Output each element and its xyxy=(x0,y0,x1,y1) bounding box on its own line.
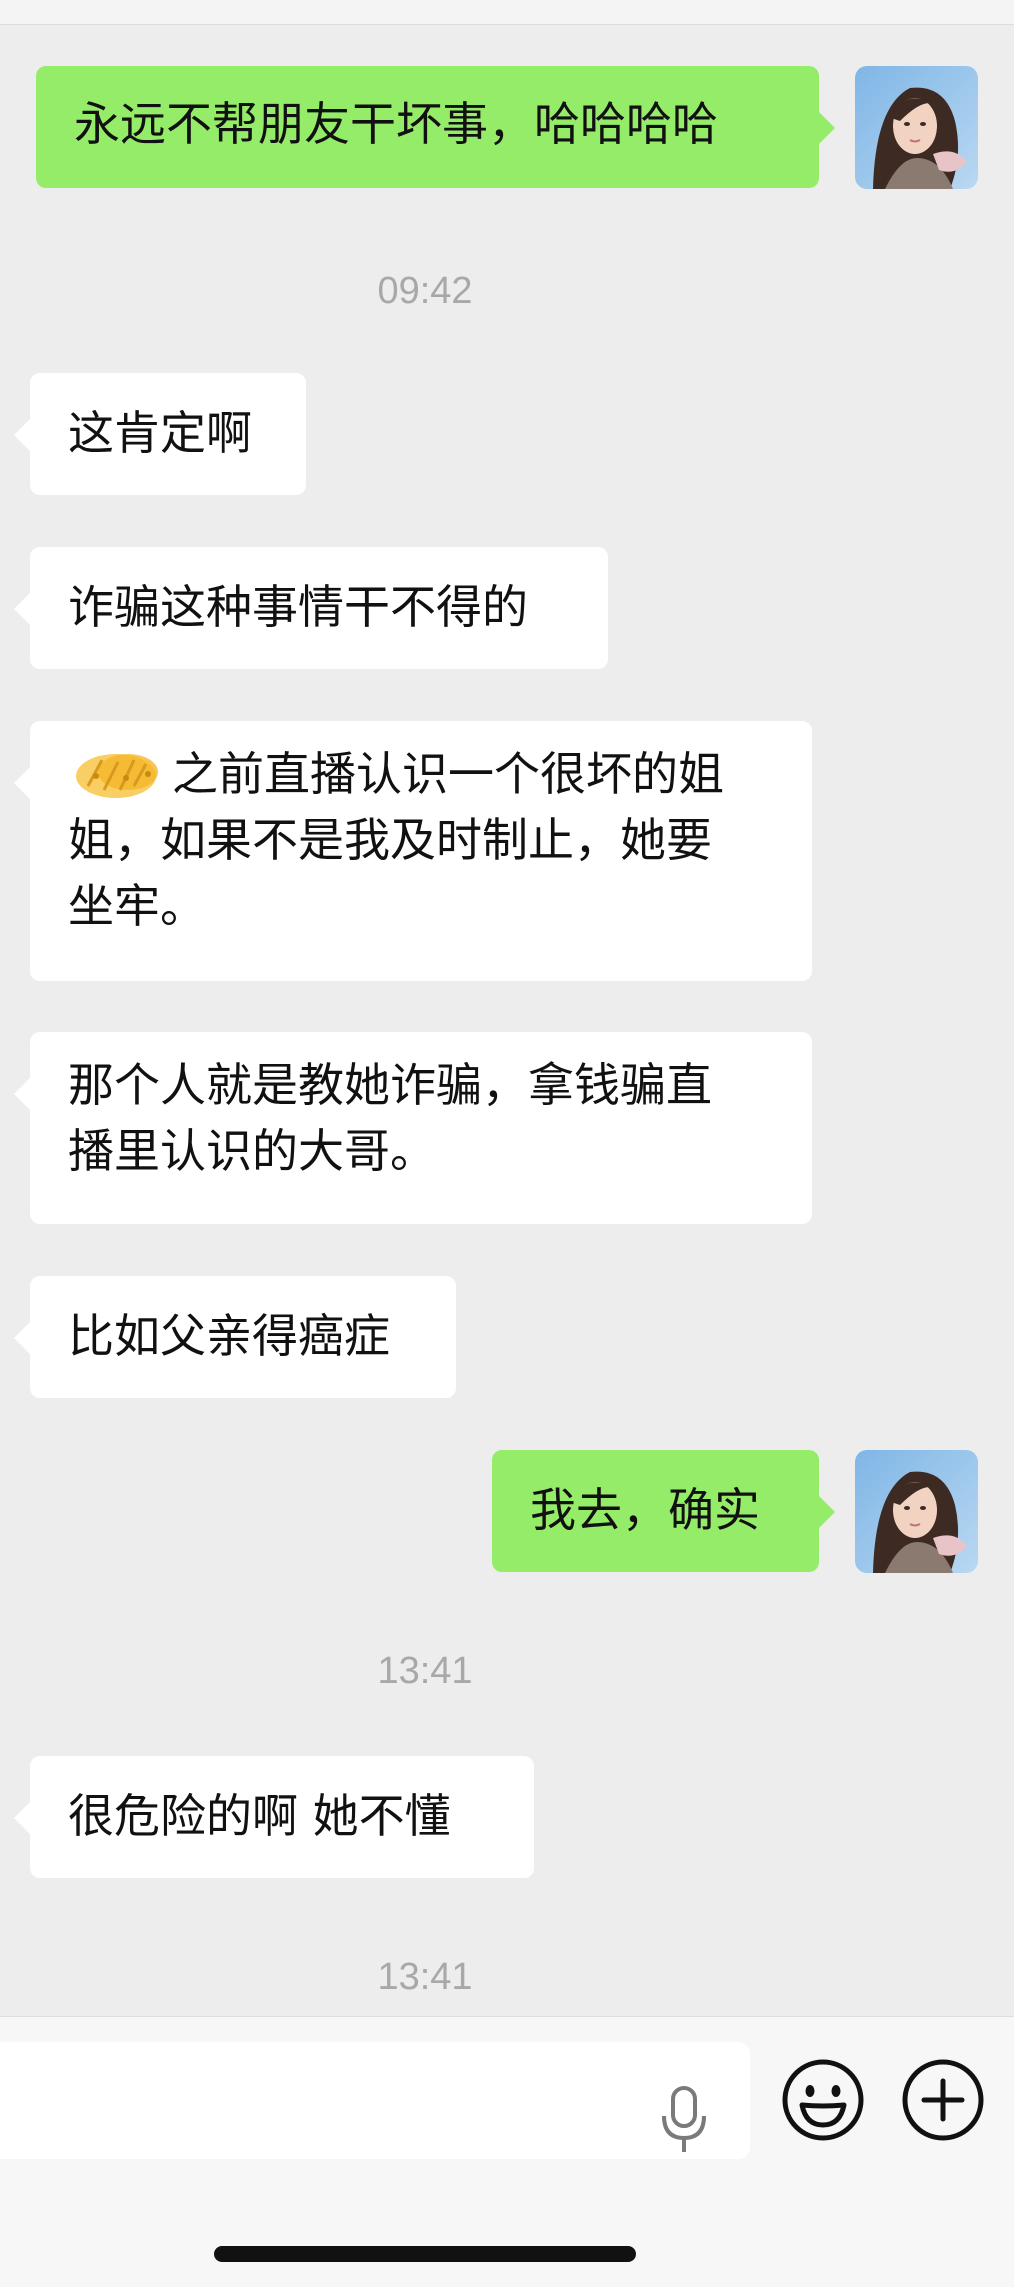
message-text-line: 播里认识的大哥。 xyxy=(68,1124,436,1178)
message-text: 比如父亲得癌症 xyxy=(68,1309,390,1363)
message-bubble-incoming[interactable]: 这肯定啊 xyxy=(14,373,306,495)
message-text: 我去，确实 xyxy=(530,1483,760,1537)
message-text-line: 坐牢。 xyxy=(68,879,206,933)
message-bubble-incoming[interactable]: 诈骗这种事情干不得的 xyxy=(14,547,608,669)
timestamp: 09:42 xyxy=(377,270,473,312)
message-text-line: 之前直播认识一个很坏的姐 xyxy=(172,747,724,801)
timestamp: 13:41 xyxy=(377,1956,473,1998)
message-text: 很危险的啊 她不懂 xyxy=(68,1789,451,1843)
sticker-emoji-icon xyxy=(76,754,158,798)
message-text-line: 姐，如果不是我及时制止，她要 xyxy=(68,813,712,867)
message-text: 诈骗这种事情干不得的 xyxy=(68,580,528,634)
my-avatar[interactable] xyxy=(855,66,978,189)
message-bubble-incoming[interactable]: 很危险的啊 她不懂 xyxy=(14,1756,534,1878)
home-indicator[interactable] xyxy=(214,2246,636,2262)
plus-circle-icon[interactable] xyxy=(900,2057,986,2143)
microphone-icon[interactable] xyxy=(656,2084,712,2156)
smiley-face-icon[interactable] xyxy=(780,2057,866,2143)
chat-message-list[interactable]: 永远不帮朋友干坏事，哈哈哈哈 09:42 这肯定啊 诈骗这种事情干不得的 之前直… xyxy=(0,0,1014,2016)
message-bubble-incoming[interactable]: 比如父亲得癌症 xyxy=(14,1276,456,1398)
message-bubble-outgoing[interactable]: 永远不帮朋友干坏事，哈哈哈哈 xyxy=(36,66,835,188)
message-bubble-incoming[interactable]: 那个人就是教她诈骗，拿钱骗直 播里认识的大哥。 xyxy=(14,1032,812,1224)
message-bubble-outgoing[interactable]: 我去，确实 xyxy=(492,1450,835,1572)
message-input-field[interactable] xyxy=(0,2042,750,2159)
my-avatar[interactable] xyxy=(855,1450,978,1573)
message-text: 这肯定啊 xyxy=(68,406,252,460)
message-text: 永远不帮朋友干坏事，哈哈哈哈 xyxy=(74,97,718,151)
message-text-line: 那个人就是教她诈骗，拿钱骗直 xyxy=(68,1058,712,1112)
message-bubble-incoming[interactable]: 之前直播认识一个很坏的姐 姐，如果不是我及时制止，她要 坐牢。 xyxy=(14,721,812,981)
timestamp: 13:41 xyxy=(377,1650,473,1692)
